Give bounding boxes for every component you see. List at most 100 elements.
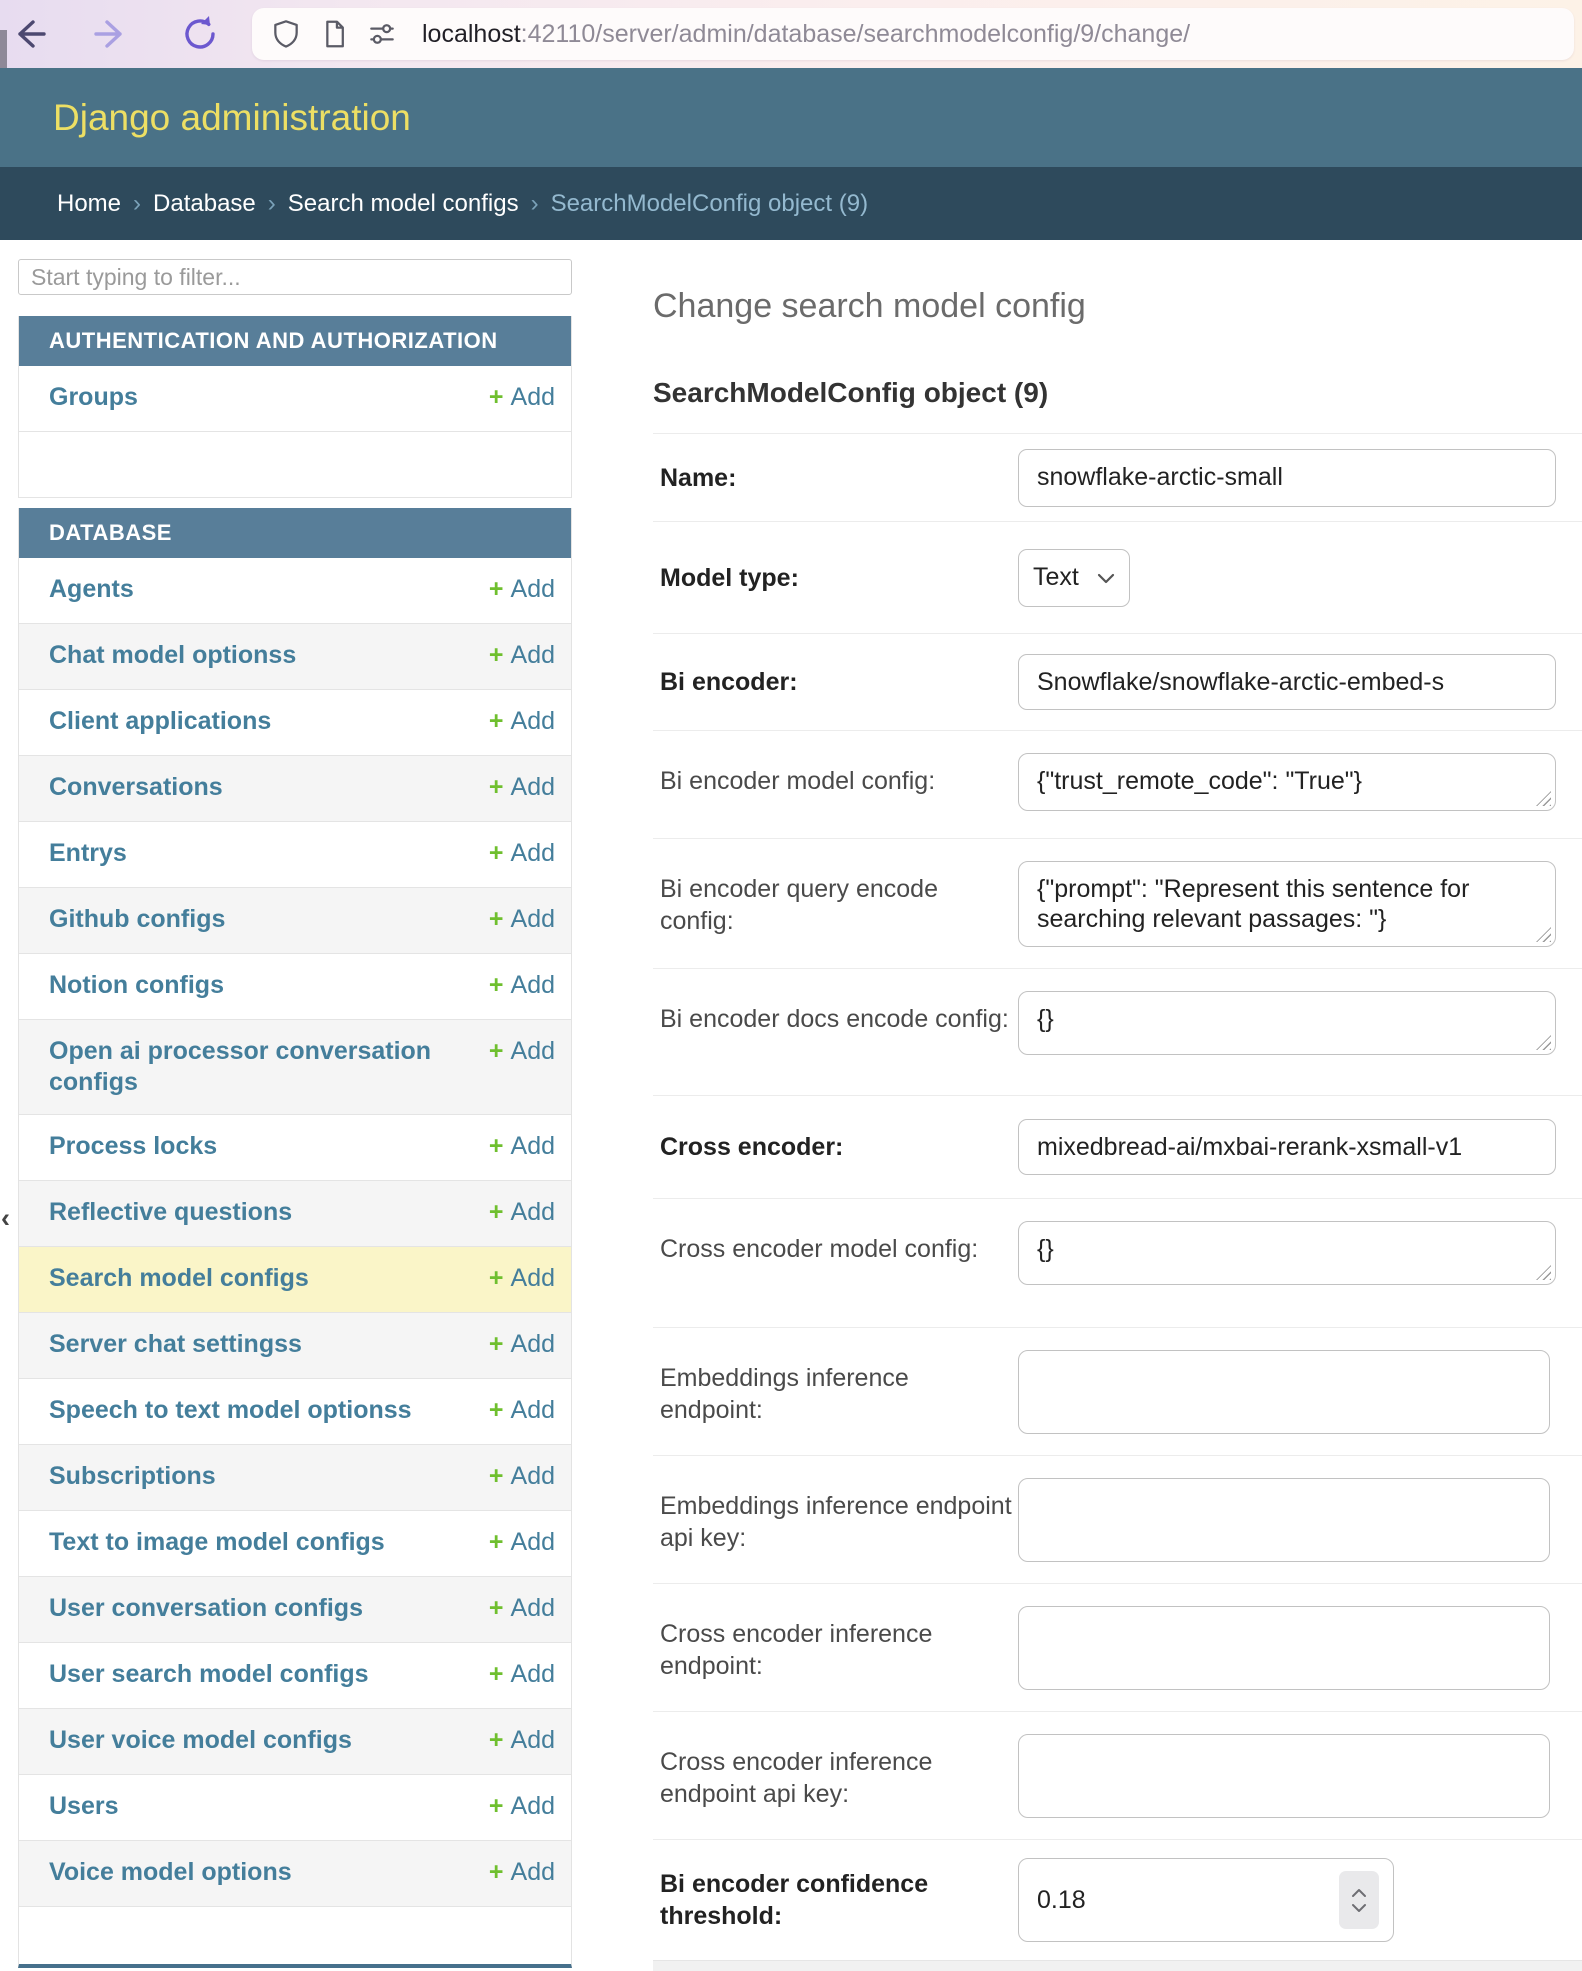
- page-icon[interactable]: [318, 18, 350, 50]
- resize-grip-icon[interactable]: [1536, 927, 1551, 942]
- add-link-user-voice-model-configs[interactable]: +Add: [489, 1725, 555, 1756]
- field-row-embeddings-inference-endpoint: Embeddings inference endpoint:: [653, 1327, 1582, 1455]
- sidebar-item-notion-configs: Notion configs +Add: [19, 954, 571, 1020]
- add-link-entrys[interactable]: +Add: [489, 838, 555, 869]
- bi-encoder-query-encode-config-textarea[interactable]: {"prompt": "Represent this sentence for …: [1018, 861, 1556, 947]
- sliders-icon[interactable]: [366, 18, 398, 50]
- breadcrumb-link-home[interactable]: Home: [57, 190, 121, 218]
- model-link[interactable]: Voice model options: [49, 1857, 292, 1888]
- model-link[interactable]: Conversations: [49, 772, 223, 803]
- model-link[interactable]: Groups: [49, 382, 138, 413]
- add-link-user-conversation-configs[interactable]: +Add: [489, 1593, 555, 1624]
- cross-encoder-model-config-textarea[interactable]: {}: [1018, 1221, 1556, 1285]
- forward-arrow-icon[interactable]: [92, 14, 132, 54]
- add-link-conversations[interactable]: +Add: [489, 772, 555, 803]
- sidebar-section-title[interactable]: AUTHENTICATION AND AUTHORIZATION: [19, 316, 571, 366]
- sidebar-item-server-chat-settingss: Server chat settingss +Add: [19, 1313, 571, 1379]
- add-link-process-locks[interactable]: +Add: [489, 1131, 555, 1162]
- model-link[interactable]: Server chat settingss: [49, 1329, 302, 1360]
- plus-icon: +: [489, 1528, 504, 1556]
- model-link[interactable]: Process locks: [49, 1131, 217, 1162]
- model-link[interactable]: Subscriptions: [49, 1461, 216, 1492]
- add-link-groups[interactable]: +Add: [489, 382, 555, 413]
- plus-icon: +: [489, 1858, 504, 1886]
- plus-icon: +: [489, 773, 504, 801]
- plus-icon: +: [489, 1726, 504, 1754]
- add-link-notion-configs[interactable]: +Add: [489, 970, 555, 1001]
- model-link[interactable]: User search model configs: [49, 1659, 369, 1690]
- model-link[interactable]: User voice model configs: [49, 1725, 352, 1756]
- add-link-reflective-questions[interactable]: +Add: [489, 1197, 555, 1228]
- field-row-name: Name:snowflake-arctic-small: [653, 433, 1582, 521]
- model-link[interactable]: User conversation configs: [49, 1593, 363, 1624]
- address-bar[interactable]: localhost:42110/server/admin/database/se…: [252, 8, 1574, 60]
- model-link[interactable]: Speech to text model optionss: [49, 1395, 412, 1426]
- model-link[interactable]: Agents: [49, 574, 134, 605]
- textarea-value: {"prompt": "Represent this sentence for …: [1037, 875, 1469, 933]
- sidebar-section-title[interactable]: DATABASE: [19, 508, 571, 558]
- add-link-server-chat-settingss[interactable]: +Add: [489, 1329, 555, 1360]
- number-stepper[interactable]: [1339, 1871, 1379, 1929]
- model-link[interactable]: Github configs: [49, 904, 225, 935]
- field-label: Bi encoder docs encode config:: [660, 991, 1018, 1035]
- field-row-cross-encoder-inference-endpoint: Cross encoder inference endpoint:: [653, 1583, 1582, 1711]
- add-link-chat-model-optionss[interactable]: +Add: [489, 640, 555, 671]
- sidebar-item-user-search-model-configs: User search model configs +Add: [19, 1643, 571, 1709]
- sidebar-filter-input[interactable]: [18, 259, 572, 295]
- selected-option: Text: [1033, 563, 1079, 592]
- bi-encoder-input[interactable]: Snowflake/snowflake-arctic-embed-s: [1018, 654, 1556, 710]
- add-link-agents[interactable]: +Add: [489, 574, 555, 605]
- add-label: Add: [511, 1858, 555, 1886]
- browser-toolbar: localhost:42110/server/admin/database/se…: [0, 0, 1582, 68]
- reload-icon[interactable]: [180, 14, 220, 54]
- field-label: Cross encoder inference endpoint:: [660, 1606, 1018, 1682]
- cross-encoder-inference-endpoint-api-key-input[interactable]: [1018, 1734, 1550, 1818]
- add-link-voice-model-options[interactable]: +Add: [489, 1857, 555, 1888]
- site-title[interactable]: Django administration: [53, 97, 411, 139]
- resize-grip-icon[interactable]: [1536, 791, 1551, 806]
- bi-encoder-model-config-textarea[interactable]: {"trust_remote_code": "True"}: [1018, 753, 1556, 811]
- plus-icon: +: [489, 575, 504, 603]
- sidebar-collapse-toggle[interactable]: ‹: [1, 1205, 10, 1232]
- model-link[interactable]: Open ai processor conversation configs: [49, 1036, 449, 1098]
- bi-encoder-confidence-threshold-number-input[interactable]: 0.18: [1018, 1858, 1394, 1942]
- embeddings-inference-endpoint-input[interactable]: [1018, 1350, 1550, 1434]
- resize-grip-icon[interactable]: [1536, 1265, 1551, 1280]
- add-link-user-search-model-configs[interactable]: +Add: [489, 1659, 555, 1690]
- model-link[interactable]: Entrys: [49, 838, 127, 869]
- shield-icon[interactable]: [270, 18, 302, 50]
- model-link[interactable]: Text to image model configs: [49, 1527, 385, 1558]
- sidebar-item-chat-model-optionss: Chat model optionss +Add: [19, 624, 571, 690]
- model-link[interactable]: Chat model optionss: [49, 640, 296, 671]
- add-label: Add: [511, 1726, 555, 1754]
- add-link-text-to-image-model-configs[interactable]: +Add: [489, 1527, 555, 1558]
- embeddings-inference-endpoint-api-key-input[interactable]: [1018, 1478, 1550, 1562]
- cross-encoder-inference-endpoint-input[interactable]: [1018, 1606, 1550, 1690]
- stepper-down-icon[interactable]: [1351, 1903, 1367, 1913]
- add-link-open-ai-processor-conversation-configs[interactable]: +Add: [489, 1036, 555, 1067]
- cross-encoder-input[interactable]: mixedbread-ai/mxbai-rerank-xsmall-v1: [1018, 1119, 1556, 1175]
- breadcrumb-link-database[interactable]: Database: [153, 190, 256, 218]
- add-link-speech-to-text-model-optionss[interactable]: +Add: [489, 1395, 555, 1426]
- model-link[interactable]: Notion configs: [49, 970, 224, 1001]
- breadcrumb-link-search-model-configs[interactable]: Search model configs: [288, 190, 519, 218]
- field-row-bi-encoder-confidence-threshold: Bi encoder confidence threshold:0.18: [653, 1839, 1582, 1960]
- add-link-users[interactable]: +Add: [489, 1791, 555, 1822]
- resize-grip-icon[interactable]: [1536, 1035, 1551, 1050]
- model-link[interactable]: Search model configs: [49, 1263, 309, 1294]
- name-input[interactable]: snowflake-arctic-small: [1018, 449, 1556, 507]
- add-link-search-model-configs[interactable]: +Add: [489, 1263, 555, 1294]
- add-link-github-configs[interactable]: +Add: [489, 904, 555, 935]
- model-link[interactable]: Client applications: [49, 706, 271, 737]
- bi-encoder-docs-encode-config-textarea[interactable]: {}: [1018, 991, 1556, 1055]
- back-arrow-icon[interactable]: [8, 14, 48, 54]
- add-link-subscriptions[interactable]: +Add: [489, 1461, 555, 1492]
- field-label: Embeddings inference endpoint:: [660, 1350, 1018, 1426]
- sidebar-item-reflective-questions: Reflective questions +Add: [19, 1181, 571, 1247]
- model-link[interactable]: Reflective questions: [49, 1197, 292, 1228]
- stepper-up-icon[interactable]: [1351, 1888, 1367, 1898]
- model-link[interactable]: Users: [49, 1791, 119, 1822]
- add-link-client-applications[interactable]: +Add: [489, 706, 555, 737]
- field-row-bi-encoder-model-config: Bi encoder model config:{"trust_remote_c…: [653, 730, 1582, 838]
- model-type-select[interactable]: Text: [1018, 549, 1130, 607]
